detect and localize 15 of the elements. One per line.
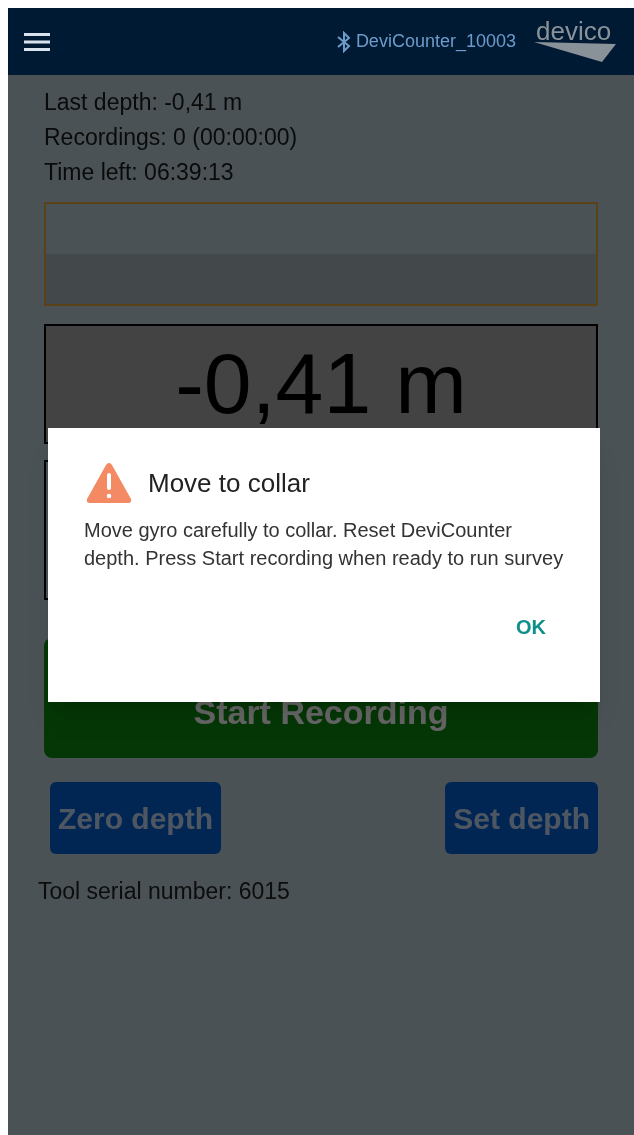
brand-logo: devico (532, 11, 618, 64)
serial-number: Tool serial number: 6015 (38, 877, 291, 906)
depth-value: -0,41 m (175, 334, 467, 433)
menu-icon[interactable] (24, 31, 50, 52)
status-line: Time left: 06:39:13 (44, 158, 235, 187)
zero-depth-button[interactable]: Zero depth (50, 782, 221, 854)
ok-button[interactable]: OK (508, 608, 554, 646)
status-line: Last depth: -0,41 m (44, 88, 244, 117)
device-name: DeviCounter_10003 (355, 30, 516, 54)
bluetooth-icon (335, 30, 352, 53)
dialog-message: Move gyro carefully to collar. Reset DeviCounter depth. Press Start recording when ready to run survey (84, 518, 564, 571)
warning-icon (84, 460, 134, 506)
set-depth-button[interactable]: Set depth (445, 782, 598, 854)
dialog-title: Move to collar (148, 466, 310, 500)
status-line: Recordings: 0 (00:00:00) (44, 123, 299, 152)
